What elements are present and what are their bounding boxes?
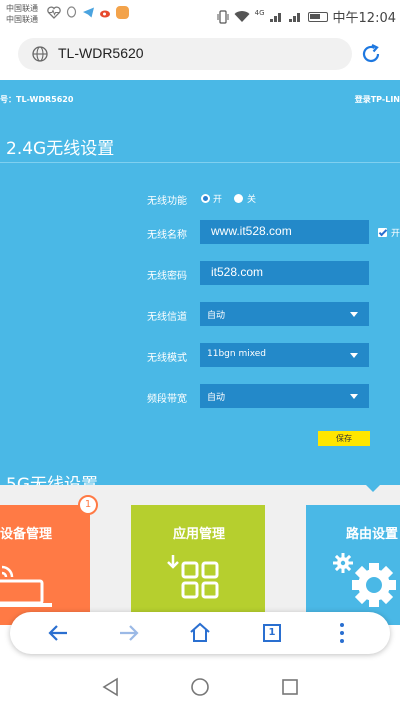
forward-arrow-icon[interactable]: [117, 621, 141, 645]
tile-label: 设备管理: [0, 527, 53, 542]
more-menu-icon[interactable]: [330, 621, 354, 645]
mode-select[interactable]: 11bgn mixed: [200, 343, 369, 367]
channel-select[interactable]: 自动: [200, 302, 369, 326]
bandwidth-value: 自动: [207, 393, 226, 403]
ssid-input[interactable]: www.it528.com: [200, 220, 369, 244]
app-management-tile[interactable]: 应用管理: [131, 505, 265, 625]
bandwidth-label: 频段带宽: [147, 394, 187, 405]
nav-home-icon[interactable]: [190, 677, 210, 697]
carrier-label: 中国联通: [6, 4, 38, 13]
login-link[interactable]: 登录TP-LIN: [355, 94, 400, 105]
photo-icon: [116, 6, 129, 19]
network-type: 4G: [254, 8, 265, 17]
browser-address-row: TL-WDR5620: [0, 30, 400, 80]
section-title-2g: 2.4G无线设置: [6, 139, 115, 159]
reload-icon[interactable]: [359, 42, 383, 66]
gear-icon: [333, 553, 396, 607]
dropdown-arrow-icon: [350, 353, 358, 358]
password-label: 无线密码: [147, 271, 187, 282]
mode-label: 无线模式: [147, 353, 187, 364]
qq-icon: [66, 6, 77, 18]
ssid-broadcast-checkbox[interactable]: [378, 228, 387, 237]
vibrate-icon: [217, 9, 229, 24]
telegram-icon: [83, 7, 94, 18]
laptop-icon: [0, 565, 52, 607]
dropdown-arrow-icon: [350, 394, 358, 399]
dropdown-arrow-icon: [350, 312, 358, 317]
system-status: 4G 中午12:04: [217, 7, 396, 26]
wireless-on-radio[interactable]: [201, 194, 210, 203]
status-bar: 中国联通 中国联通 4G 中午12:04: [0, 0, 400, 30]
signal-icon: [269, 11, 284, 22]
url-text: TL-WDR5620: [58, 45, 144, 61]
channel-label: 无线信道: [147, 312, 187, 323]
wifi-icon: [234, 10, 250, 22]
router-settings-page: 号：TL-WDR5620 登录TP-LIN 2.4G无线设置 无线功能 开 关 …: [0, 80, 400, 510]
wireless-off-radio[interactable]: [234, 194, 243, 203]
mode-value: 11bgn mixed: [207, 349, 267, 359]
nav-back-icon[interactable]: [101, 677, 121, 697]
notification-badge: 1: [78, 495, 98, 515]
browser-toolbar: 1: [10, 612, 390, 654]
ssid-broadcast-label: 开: [391, 229, 400, 239]
tile-label: 应用管理: [173, 527, 226, 542]
battery-icon: [307, 11, 328, 22]
wireless-on-label: 开: [213, 195, 223, 205]
bandwidth-select[interactable]: 自动: [200, 384, 369, 408]
wireless-off-label: 关: [247, 195, 257, 205]
weibo-icon: [100, 10, 110, 18]
clock: 中午12:04: [332, 11, 396, 26]
channel-value: 自动: [207, 311, 226, 321]
quick-menu: 设备管理 1 应用管理 路由设置: [0, 485, 400, 625]
selected-indicator: [366, 485, 380, 492]
wireless-function-label: 无线功能: [147, 196, 187, 207]
phone-screen: 中国联通 中国联通 4G 中午12:04 TL-WDR5620 号：TL-WDR…: [0, 0, 400, 711]
tabs-button[interactable]: 1: [263, 624, 281, 642]
divider: [0, 162, 400, 163]
save-button[interactable]: 保存: [318, 431, 370, 446]
heart-rate-icon: [47, 6, 61, 19]
signal-icon: [288, 11, 303, 22]
device-management-tile[interactable]: 设备管理: [0, 505, 90, 625]
tile-label: 路由设置: [346, 527, 399, 542]
router-settings-tile[interactable]: 路由设置: [306, 505, 400, 625]
ssid-label: 无线名称: [147, 230, 187, 241]
globe-icon: [32, 46, 48, 62]
apps-grid-icon: [167, 555, 219, 599]
address-bar[interactable]: TL-WDR5620: [18, 38, 352, 70]
home-icon[interactable]: [188, 621, 212, 645]
password-input[interactable]: it528.com: [200, 261, 369, 285]
notification-icons: [47, 6, 129, 19]
back-arrow-icon[interactable]: [46, 621, 70, 645]
system-navigation-bar: [0, 665, 400, 711]
carrier-label: 中国联通: [6, 15, 38, 24]
router-model-label: 号：TL-WDR5620: [0, 95, 74, 104]
nav-recents-icon[interactable]: [280, 677, 300, 697]
